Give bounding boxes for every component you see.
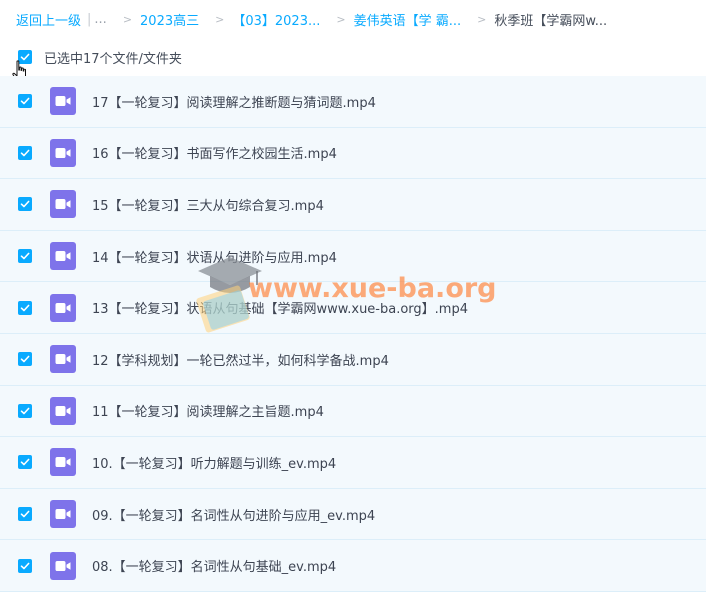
file-name[interactable]: 13【一轮复习】状语从句基础【学霸网www.xue-ba.org】.mp4 xyxy=(92,298,468,317)
breadcrumb-current-folder: 秋季班【学霸网w... xyxy=(494,13,608,29)
check-icon xyxy=(20,149,30,157)
video-file-icon xyxy=(50,190,76,219)
file-row[interactable]: 11【一轮复习】阅读理解之主旨题.mp4 xyxy=(0,385,706,438)
check-icon xyxy=(20,510,30,518)
breadcrumb-ellipsis[interactable]: ... xyxy=(94,12,106,27)
file-row[interactable]: 17【一轮复习】阅读理解之推断题与猜词题.mp4 xyxy=(0,76,706,128)
chevron-right-icon: > xyxy=(477,12,487,26)
check-icon xyxy=(20,97,30,105)
video-file-icon xyxy=(50,551,76,580)
video-file-icon xyxy=(50,87,76,116)
file-name[interactable]: 08.【一轮复习】名词性从句基础_ev.mp4 xyxy=(92,556,336,575)
chevron-right-icon: > xyxy=(122,12,133,26)
file-checkbox[interactable] xyxy=(18,249,32,264)
check-icon xyxy=(20,459,30,466)
selection-count-label: 已选中17个文件/文件夹 xyxy=(44,51,182,67)
video-file-icon xyxy=(50,500,76,529)
breadcrumb-item-jiangwei-english[interactable]: 姜伟英语【学 霸... xyxy=(354,10,462,29)
file-checkbox[interactable] xyxy=(18,197,32,212)
file-name[interactable]: 16【一轮复习】书面写作之校园生活.mp4 xyxy=(92,143,337,162)
chevron-right-icon: > xyxy=(215,12,225,26)
breadcrumb: 返回上一级 | ... > 2023高三 > 【03】2023... > 姜伟英… xyxy=(0,0,706,38)
file-row[interactable]: 09.【一轮复习】名词性从句进阶与应用_ev.mp4 xyxy=(0,488,706,541)
file-row[interactable]: 10.【一轮复习】听力解题与训练_ev.mp4 xyxy=(0,437,706,489)
file-row[interactable]: 13【一轮复习】状语从句基础【学霸网www.xue-ba.org】.mp4 xyxy=(0,282,706,334)
file-name[interactable]: 11【一轮复习】阅读理解之主旨题.mp4 xyxy=(92,401,324,420)
video-file-icon xyxy=(50,242,76,271)
file-name[interactable]: 12【学科规划】一轮已然过半，如何科学备战.mp4 xyxy=(92,350,389,369)
breadcrumb-item-2023-senior3[interactable]: 2023高三 xyxy=(140,10,199,29)
video-file-icon xyxy=(50,138,76,167)
breadcrumb-divider: | xyxy=(87,11,92,27)
file-checkbox[interactable] xyxy=(18,455,32,470)
file-checkbox[interactable] xyxy=(18,145,32,160)
file-row[interactable]: 12【学科规划】一轮已然过半，如何科学备战.mp4 xyxy=(0,333,706,386)
file-checkbox[interactable] xyxy=(18,558,32,573)
file-row[interactable]: 16【一轮复习】书面写作之校园生活.mp4 xyxy=(0,127,706,180)
check-icon xyxy=(20,201,30,208)
file-row[interactable]: 14【一轮复习】状语从句进阶与应用.mp4 xyxy=(0,230,706,283)
breadcrumb-item-03-2023[interactable]: 【03】2023... xyxy=(232,10,320,29)
file-checkbox[interactable] xyxy=(18,94,32,109)
back-link[interactable]: 返回上一级 xyxy=(16,10,81,29)
selection-bar: 已选中17个文件/文件夹 xyxy=(0,38,706,76)
file-checkbox[interactable] xyxy=(18,352,32,367)
file-name[interactable]: 15【一轮复习】三大从句综合复习.mp4 xyxy=(92,195,324,214)
check-icon xyxy=(20,355,30,363)
file-name[interactable]: 10.【一轮复习】听力解题与训练_ev.mp4 xyxy=(92,453,336,472)
file-checkbox[interactable] xyxy=(18,300,32,315)
check-icon xyxy=(20,562,30,569)
check-icon xyxy=(20,407,30,415)
file-row[interactable]: 15【一轮复习】三大从句综合复习.mp4 xyxy=(0,179,706,231)
file-name[interactable]: 09.【一轮复习】名词性从句进阶与应用_ev.mp4 xyxy=(92,505,375,524)
video-file-icon xyxy=(50,448,76,477)
video-file-icon xyxy=(50,345,76,374)
file-name[interactable]: 17【一轮复习】阅读理解之推断题与猜词题.mp4 xyxy=(92,92,376,111)
video-file-icon xyxy=(50,293,76,322)
chevron-right-icon: > xyxy=(336,12,346,26)
file-checkbox[interactable] xyxy=(18,403,32,418)
file-list: 17【一轮复习】阅读理解之推断题与猜词题.mp4 16【一轮复习】书面写作之校园生… xyxy=(0,76,706,592)
file-checkbox[interactable] xyxy=(18,507,32,522)
video-file-icon xyxy=(50,396,76,425)
check-icon xyxy=(20,304,30,311)
file-row[interactable]: 08.【一轮复习】名词性从句基础_ev.mp4 xyxy=(0,540,706,592)
check-icon xyxy=(20,252,30,260)
file-name[interactable]: 14【一轮复习】状语从句进阶与应用.mp4 xyxy=(92,247,337,266)
